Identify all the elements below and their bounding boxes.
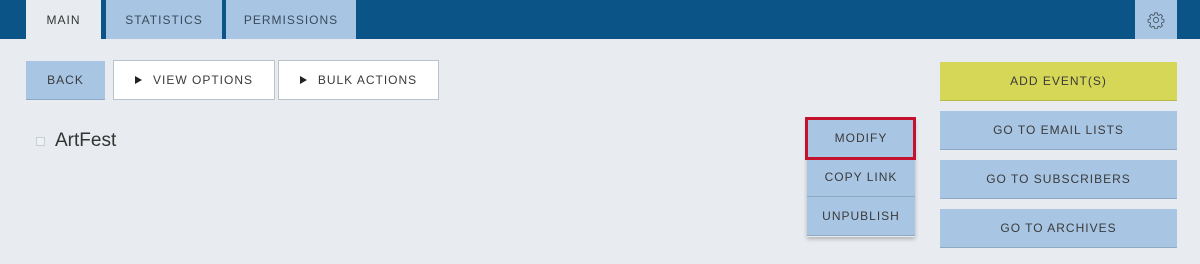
unpublish-menu-item[interactable]: UNPUBLISH — [807, 197, 915, 236]
triangle-right-icon — [299, 76, 307, 84]
item-checkbox[interactable] — [36, 136, 45, 146]
gear-icon — [1147, 11, 1165, 29]
go-to-subscribers-button[interactable]: GO TO SUBSCRIBERS — [940, 160, 1177, 199]
tab-main[interactable]: MAIN — [26, 0, 101, 39]
add-events-button[interactable]: ADD EVENT(S) — [940, 62, 1177, 101]
view-options-button[interactable]: VIEW OPTIONS — [113, 60, 275, 100]
bulk-actions-label: BULK ACTIONS — [317, 73, 418, 87]
tab-permissions[interactable]: PERMISSIONS — [226, 0, 356, 39]
item-actions-dropdown: MODIFY COPY LINK UNPUBLISH — [807, 119, 915, 237]
item-title[interactable]: ArtFest — [55, 130, 116, 152]
copy-link-menu-item[interactable]: COPY LINK — [807, 158, 915, 197]
view-options-label: VIEW OPTIONS — [152, 73, 253, 87]
settings-button[interactable] — [1135, 0, 1177, 39]
go-to-archives-button[interactable]: GO TO ARCHIVES — [940, 209, 1177, 248]
bulk-actions-button[interactable]: BULK ACTIONS — [278, 60, 439, 100]
modify-menu-item[interactable]: MODIFY — [807, 119, 915, 158]
back-button[interactable]: BACK — [26, 61, 105, 100]
triangle-right-icon — [134, 76, 142, 84]
top-nav-bar: MAIN STATISTICS PERMISSIONS — [0, 0, 1200, 39]
go-to-email-lists-button[interactable]: GO TO EMAIL LISTS — [940, 111, 1177, 150]
tab-statistics[interactable]: STATISTICS — [106, 0, 222, 39]
list-item: ArtFest — [36, 128, 116, 154]
